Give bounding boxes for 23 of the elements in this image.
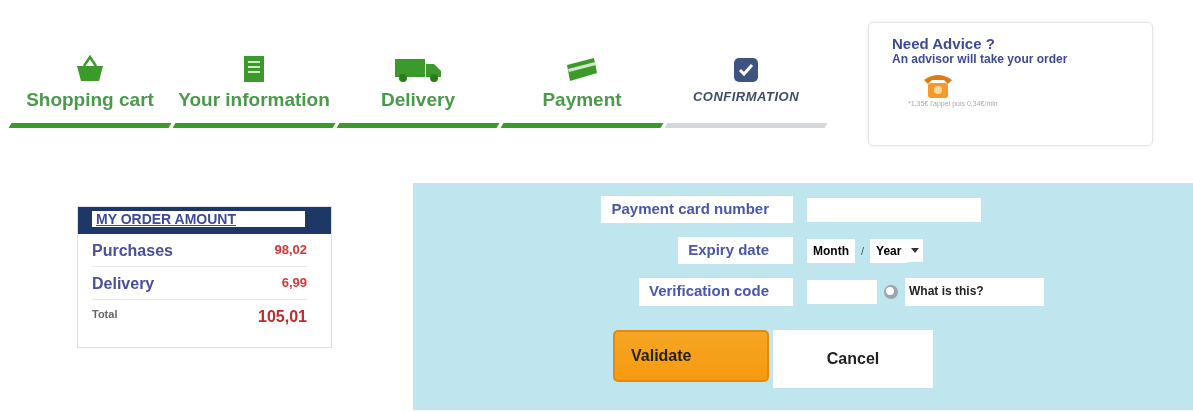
date-separator: / — [861, 244, 865, 257]
advice-subtitle: An advisor will take your order — [892, 52, 1068, 66]
validate-button[interactable]: Validate — [613, 330, 769, 382]
cancel-button[interactable]: Cancel — [773, 330, 933, 388]
step-label: Shopping cart — [26, 89, 154, 112]
order-title: MY ORDER AMOUNT — [92, 211, 305, 227]
field-label: Verification code — [638, 278, 793, 306]
step-label: Delivery — [381, 89, 455, 112]
help-link[interactable]: What is this? — [905, 278, 1044, 306]
amount-value: 105,01 — [258, 308, 307, 326]
amount-label: Purchases — [92, 242, 173, 260]
amount-label: Delivery — [92, 275, 155, 293]
advice-title: Need Advice ? — [892, 35, 995, 52]
step-label: Your information — [178, 89, 330, 112]
year-dropdown[interactable]: Year — [870, 238, 908, 263]
field-label: Payment card number — [601, 196, 793, 223]
step-label: Payment — [542, 89, 622, 112]
amount-value: 98,02 — [274, 242, 307, 259]
step-label: CONFIRMATION — [692, 89, 800, 106]
amount-value: 6,99 — [281, 275, 307, 292]
amount-label: Total — [92, 308, 118, 322]
field-label: Expiry date — [678, 237, 793, 264]
month-dropdown[interactable]: Month — [807, 238, 855, 263]
